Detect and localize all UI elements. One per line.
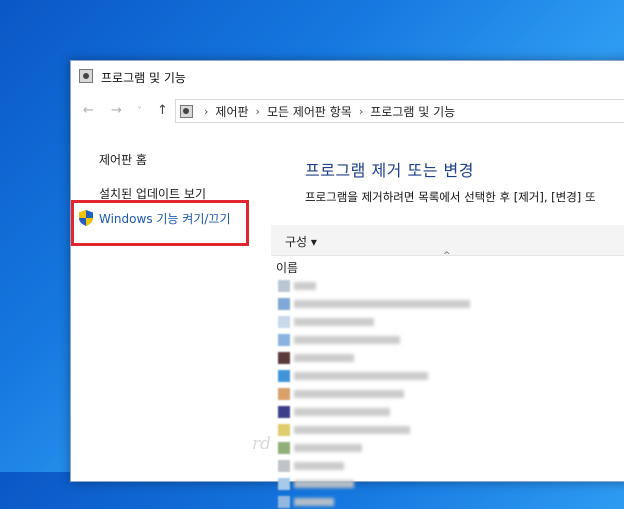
back-arrow-icon[interactable]: ← [83, 103, 94, 118]
programs-window: 프로그램 및 기능 ← → ˅ ↑ › 제어판 › 모든 제어판 항목 › 프로… [70, 60, 624, 508]
watermark-fragment: rd [252, 434, 272, 454]
page-description: 프로그램을 제거하려면 목록에서 선택한 후 [제거], [변경] 또 [305, 190, 596, 204]
control-panel-icon [180, 104, 193, 118]
recent-locations-icon[interactable]: ˅ [137, 106, 142, 117]
sort-caret-icon: ^ [443, 251, 451, 261]
page-title: 프로그램 제거 또는 변경 [305, 161, 474, 180]
address-bar[interactable]: › 제어판 › 모든 제어판 항목 › 프로그램 및 기능 [175, 99, 624, 123]
programs-app-icon [79, 69, 93, 83]
breadcrumb-separator[interactable]: › [256, 105, 260, 118]
title-bar: 프로그램 및 기능 [71, 61, 624, 91]
organize-button[interactable]: 구성 ▾ [285, 233, 317, 250]
breadcrumb-separator[interactable]: › [204, 105, 208, 118]
breadcrumb-all-items[interactable]: 모든 제어판 항목 [267, 103, 352, 120]
windows-features-link[interactable]: Windows 기능 켜기/끄기 [99, 210, 230, 227]
left-panel: 제어판 홈 설치된 업데이트 보기 [71, 131, 271, 481]
navigation-bar: ← → ˅ ↑ › 제어판 › 모든 제어판 항목 › 프로그램 및 기능 [71, 97, 624, 127]
up-arrow-icon[interactable]: ↑ [157, 103, 168, 118]
main-content: 프로그램 제거 또는 변경 프로그램을 제거하려면 목록에서 선택한 후 [제거… [271, 131, 624, 508]
window-title: 프로그램 및 기능 [101, 71, 186, 85]
column-header-name[interactable]: 이름 [276, 259, 298, 276]
breadcrumb-control-panel[interactable]: 제어판 [215, 103, 248, 120]
forward-arrow-icon[interactable]: → [111, 103, 122, 118]
breadcrumb-separator[interactable]: › [359, 105, 363, 118]
shield-icon [79, 210, 93, 226]
control-panel-home-link[interactable]: 제어판 홈 [99, 151, 147, 168]
watermark-text: rdsong.com [494, 434, 606, 454]
breadcrumb-programs[interactable]: 프로그램 및 기능 [370, 103, 455, 120]
